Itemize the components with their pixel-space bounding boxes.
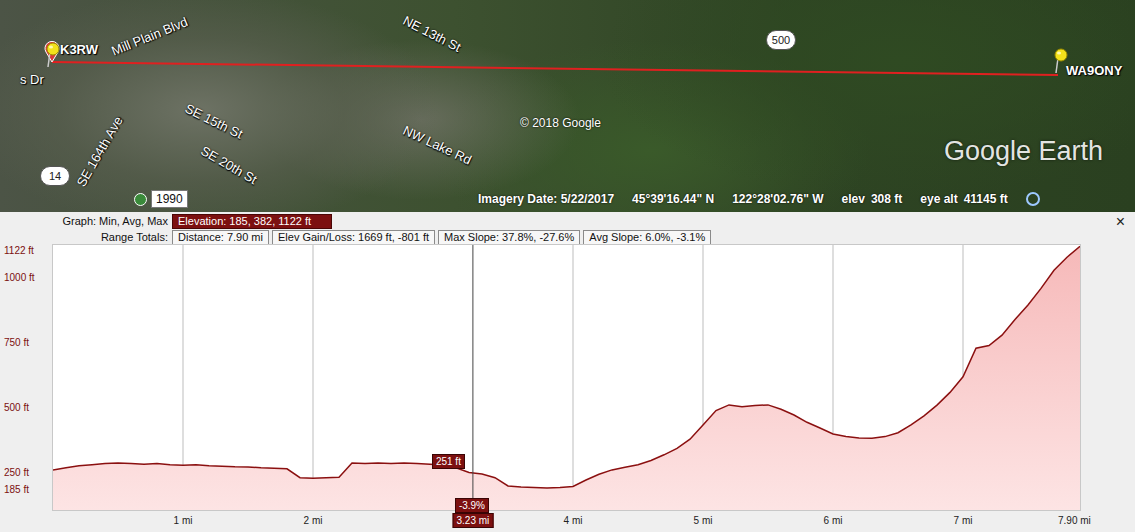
road-label: SE 20th St: [198, 143, 259, 187]
cursor-elevation: 251 ft: [432, 454, 465, 469]
range-totals-row: Range Totals:Distance: 7.90 miElev Gain/…: [0, 229, 1135, 245]
range-total: Distance: 7.90 mi: [172, 230, 269, 245]
grid-line: [313, 245, 314, 510]
path-line[interactable]: [52, 62, 1058, 75]
elevation-area: [53, 246, 1080, 510]
range-total: Max Slope: 37.8%, -27.6%: [438, 230, 580, 245]
y-tick: 750 ft: [4, 337, 29, 348]
satellite-map[interactable]: K3RW WA9ONY s Dr Mill Plain Blvd NE 13th St S…: [0, 0, 1135, 212]
x-tick: 1 mi: [174, 515, 193, 526]
range-total: Avg Slope: 6.0%, -3.1%: [583, 230, 711, 245]
road-label: NW Lake Rd: [401, 123, 474, 168]
x-tick: 7.90 mi: [1058, 515, 1091, 526]
copyright: © 2018 Google: [520, 116, 601, 130]
marker-icon[interactable]: [45, 41, 59, 62]
placemark-label[interactable]: WA9ONY: [1066, 63, 1122, 78]
elevation-line: [53, 246, 1080, 488]
close-button[interactable]: ×: [1116, 213, 1125, 231]
plot-area[interactable]: [53, 245, 1080, 510]
road-label: Mill Plain Blvd: [109, 14, 190, 58]
cursor-distance: 3.23 mi: [452, 513, 493, 528]
elevation-profile-panel: Graph: Min, Avg, MaxElevation: 185, 382,…: [0, 212, 1135, 532]
clock-icon: [134, 193, 147, 206]
cursor-line[interactable]: [472, 245, 473, 510]
historical-imagery-badge[interactable]: 1990: [134, 190, 188, 208]
streaming-icon: [1026, 192, 1040, 206]
road-label: NE 13th St: [401, 13, 464, 55]
google-earth-window: K3RW WA9ONY s Dr Mill Plain Blvd NE 13th St S…: [0, 0, 1135, 532]
x-tick: 6 mi: [824, 515, 843, 526]
google-earth-logo: Google Earth: [944, 136, 1103, 167]
route-shield: 14: [40, 166, 70, 186]
y-tick: 1122 ft: [4, 245, 34, 256]
road-label: SE 15th St: [183, 101, 245, 142]
range-total: Elev Gain/Loss: 1669 ft, -801 ft: [272, 230, 435, 245]
y-tick: 500 ft: [4, 402, 29, 413]
placemark-label[interactable]: K3RW: [60, 42, 98, 57]
status-bar: Imagery Date: 5/22/201745°39'16.44" N122…: [478, 192, 1040, 206]
road-label: s Dr: [20, 72, 44, 87]
grid-line: [573, 245, 574, 510]
graph-row: Graph: Min, Avg, MaxElevation: 185, 382,…: [0, 213, 1135, 229]
cursor-slope: -3.9%: [455, 498, 489, 513]
pushpin-icon[interactable]: [44, 42, 62, 68]
elevation-chart[interactable]: 1122 ft 1000 ft 750 ft 500 ft 250 ft 185 ft 1 …: [0, 245, 1135, 532]
y-tick: 1000 ft: [4, 272, 35, 283]
x-tick: 5 mi: [694, 515, 713, 526]
x-tick: 7 mi: [954, 515, 973, 526]
x-tick: 4 mi: [564, 515, 583, 526]
y-tick: 185 ft: [4, 484, 29, 495]
graph-value[interactable]: Elevation: 185, 382, 1122 ft: [172, 214, 332, 229]
route-shield: 500: [766, 30, 796, 50]
road-label: SE 164th Ave: [74, 114, 126, 190]
x-tick: 2 mi: [304, 515, 323, 526]
y-tick: 250 ft: [4, 467, 29, 478]
